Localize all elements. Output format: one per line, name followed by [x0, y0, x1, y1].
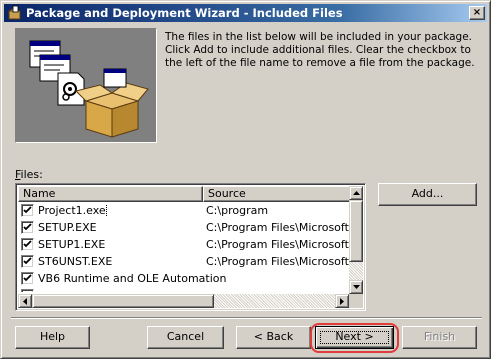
file-name: ST6UNST.EXE: [38, 255, 113, 268]
table-row[interactable]: SETUP.EXE C:\Program Files\Microsoft Vis…: [18, 219, 351, 236]
check-icon: [23, 223, 32, 231]
arrow-left-icon[interactable]: [18, 294, 32, 308]
next-button-highlight: [310, 323, 399, 353]
check-icon: [23, 274, 32, 282]
file-name: VB6 Runtime and OLE Automation: [38, 272, 227, 285]
table-row[interactable]: VB6 Runtime and OLE Automation: [18, 270, 351, 287]
help-button[interactable]: Help: [15, 326, 90, 349]
button-divider: [11, 317, 482, 319]
include-checkbox[interactable]: [21, 221, 34, 234]
wizard-window: Package and Deployment Wizard - Included…: [0, 0, 491, 359]
arrow-up-icon[interactable]: [349, 186, 363, 200]
files-label: Files:: [15, 168, 43, 181]
table-row[interactable]: Project1.exe C:\program: [18, 202, 351, 219]
file-rows: Project1.exe C:\program SETUP.EXE C:\Pro…: [18, 202, 351, 292]
close-icon[interactable]: ×: [469, 6, 485, 20]
instructions-text: The files in the list below will be incl…: [165, 31, 475, 69]
include-checkbox[interactable]: [21, 289, 34, 292]
include-checkbox[interactable]: [21, 238, 34, 251]
include-checkbox[interactable]: [21, 204, 34, 217]
column-header-source[interactable]: Source: [203, 186, 363, 202]
scrollbar-corner: [349, 294, 363, 308]
file-source: C:\Program Files\Microsoft Visu: [206, 255, 351, 268]
arrow-right-icon[interactable]: [335, 294, 349, 308]
check-icon: [23, 206, 32, 214]
package-illustration: [15, 28, 157, 143]
include-checkbox[interactable]: [21, 255, 34, 268]
file-name: SETUP1.EXE: [38, 238, 106, 251]
horizontal-scrollbar[interactable]: [18, 294, 349, 308]
vertical-scrollbar[interactable]: [349, 186, 363, 294]
finish-button: Finish: [402, 326, 477, 349]
horizontal-scroll-thumb[interactable]: [32, 294, 214, 308]
vertical-scroll-thumb[interactable]: [349, 200, 363, 262]
list-header: Name Source: [18, 186, 363, 202]
add-button[interactable]: Add...: [378, 183, 477, 206]
table-row-partial[interactable]: [18, 287, 351, 292]
file-name: SETUP.EXE: [38, 221, 97, 234]
table-row[interactable]: SETUP1.EXE C:\Program Files\Microsoft Vi…: [18, 236, 351, 253]
files-label-text: iles:: [20, 168, 43, 181]
check-icon: [23, 240, 32, 248]
file-name: Project1.exe: [38, 204, 203, 217]
column-header-name[interactable]: Name: [18, 186, 203, 202]
files-listview[interactable]: Name Source Project1.exe C:\program SETU…: [15, 183, 366, 311]
table-row[interactable]: ST6UNST.EXE C:\Program Files\Microsoft V…: [18, 253, 351, 270]
window-title: Package and Deployment Wizard - Included…: [26, 6, 343, 20]
cancel-button[interactable]: Cancel: [147, 326, 224, 349]
include-checkbox[interactable]: [21, 272, 34, 285]
check-icon: [23, 257, 32, 265]
arrow-down-icon[interactable]: [349, 280, 363, 294]
app-icon: [7, 5, 23, 21]
file-source: C:\program: [206, 204, 269, 217]
back-button[interactable]: < Back: [236, 326, 311, 349]
title-bar[interactable]: Package and Deployment Wizard - Included…: [4, 4, 487, 22]
file-name-text: Project1.exe: [38, 204, 107, 217]
file-source: C:\Program Files\Microsoft Visu: [206, 221, 351, 234]
file-source: C:\Program Files\Microsoft Visu: [206, 238, 351, 251]
